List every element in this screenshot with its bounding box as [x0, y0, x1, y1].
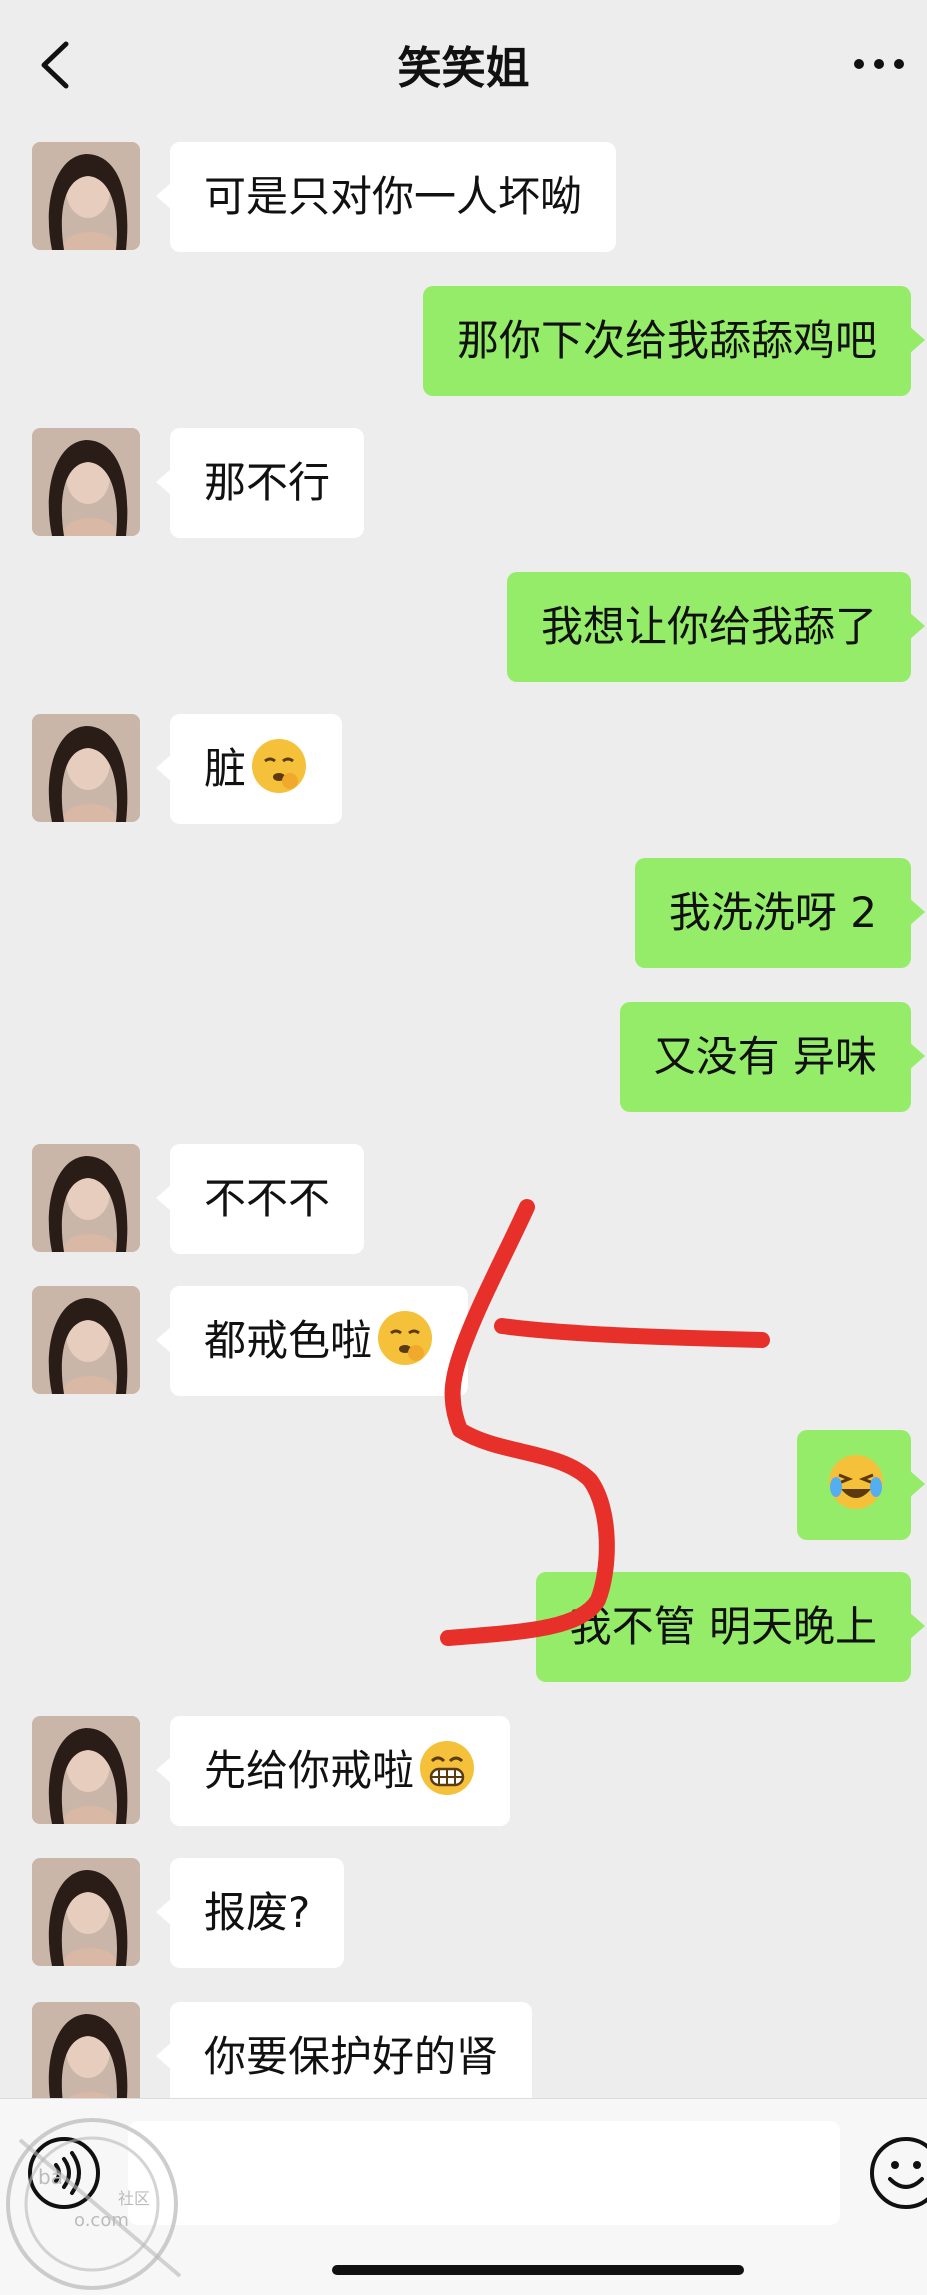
- voice-icon[interactable]: [26, 2135, 102, 2211]
- contact-avatar[interactable]: [32, 1716, 140, 1824]
- message-bubble-outgoing[interactable]: [797, 1430, 925, 1540]
- contact-avatar[interactable]: [32, 142, 140, 250]
- contact-avatar[interactable]: [32, 428, 140, 536]
- message-input[interactable]: [128, 2121, 840, 2225]
- message-text: 可是只对你一人坏呦: [204, 172, 583, 221]
- message-bubble-incoming[interactable]: 报废?: [155, 1858, 345, 1968]
- message-text: 那你下次给我舔舔鸡吧: [456, 316, 877, 365]
- hushed-face-emoji: [252, 739, 307, 793]
- message-text: 我洗洗呀 2: [668, 888, 877, 937]
- message-bubble-incoming[interactable]: 脏: [155, 714, 343, 824]
- message-text: 都戒色啦: [204, 1316, 373, 1365]
- message-list[interactable]: 可是只对你一人坏呦 那你下次给我舔舔鸡吧 那不行 我想让你给我舔了 脏 我洗洗呀…: [0, 126, 927, 2098]
- message-bubble-incoming[interactable]: 不不不: [155, 1144, 365, 1254]
- message-bubble-incoming[interactable]: 先给你戒啦: [155, 1716, 511, 1826]
- message-text: 我不管 明天晚上: [569, 1602, 877, 1651]
- contact-avatar[interactable]: [32, 1286, 140, 1394]
- message-bubble-incoming[interactable]: 可是只对你一人坏呦: [155, 142, 617, 252]
- message-text: 那不行: [204, 458, 331, 507]
- message-text: 不不不: [204, 1174, 331, 1223]
- hushed-face-emoji: [378, 1311, 433, 1365]
- message-text: 报废?: [204, 1888, 311, 1937]
- message-bubble-outgoing[interactable]: 我不管 明天晚上: [535, 1572, 926, 1682]
- home-indicator: [332, 2265, 744, 2275]
- emoji-smiley-icon[interactable]: [868, 2135, 927, 2211]
- message-text: 脏: [204, 744, 247, 793]
- message-text: 我想让你给我舔了: [540, 602, 877, 651]
- message-bubble-outgoing[interactable]: 那你下次给我舔舔鸡吧: [422, 286, 926, 396]
- contact-avatar[interactable]: [32, 2002, 140, 2098]
- message-text: 又没有 异味: [653, 1032, 877, 1081]
- chat-title: 笑笑姐: [397, 43, 530, 94]
- message-bubble-outgoing[interactable]: 我洗洗呀 2: [634, 858, 926, 968]
- grinning-face-emoji: [420, 1741, 475, 1795]
- message-bubble-outgoing[interactable]: 又没有 异味: [619, 1002, 926, 1112]
- message-text: 先给你戒啦: [204, 1746, 415, 1795]
- message-bubble-incoming[interactable]: 都戒色啦: [155, 1286, 469, 1396]
- contact-avatar[interactable]: [32, 1144, 140, 1252]
- contact-avatar[interactable]: [32, 1858, 140, 1966]
- more-dots-icon[interactable]: [849, 44, 909, 84]
- contact-avatar[interactable]: [32, 714, 140, 822]
- message-text: 你要保护好的肾: [204, 2032, 499, 2081]
- message-bubble-incoming[interactable]: 那不行: [155, 428, 365, 538]
- chat-header: 笑笑姐: [0, 0, 927, 126]
- message-bubble-incoming[interactable]: 你要保护好的肾: [155, 2002, 533, 2098]
- message-bubble-outgoing[interactable]: 我想让你给我舔了: [506, 572, 926, 682]
- laughing-crying-emoji: [829, 1455, 883, 1509]
